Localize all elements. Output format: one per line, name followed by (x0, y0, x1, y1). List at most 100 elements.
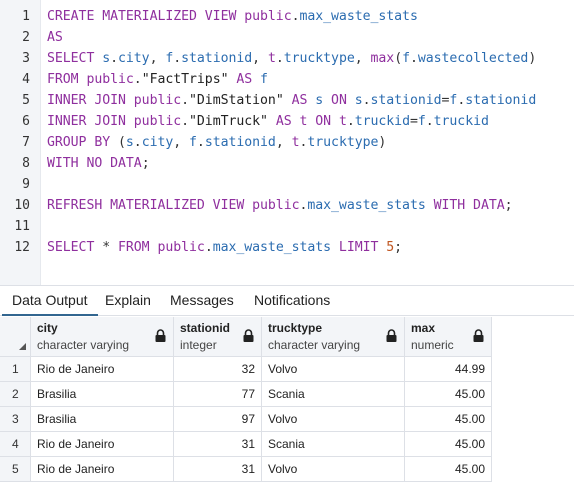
code-line[interactable]: FROM public."FactTrips" AS f (47, 69, 268, 90)
code-token: trucktype (283, 51, 355, 66)
code-token: . (133, 135, 142, 150)
cell-stationid[interactable]: 31 (174, 432, 262, 457)
results-tab-bar: Data Output Explain Messages Notificatio… (0, 285, 574, 316)
cell-max[interactable]: 45.00 (405, 407, 492, 432)
code-token: AS (228, 72, 261, 87)
line-number: 7 (22, 135, 30, 150)
code-token: WITH NO DATA (47, 156, 142, 171)
row-number[interactable]: 1 (0, 357, 31, 382)
table-row[interactable]: 1 Rio de Janeiro 32 Volvo 44.99 (0, 357, 492, 382)
line-number: 9 (22, 177, 30, 192)
code-token: "FactTrips" (141, 72, 229, 87)
code-token: "DimStation" (189, 93, 284, 108)
line-number: 4 (22, 72, 30, 87)
code-token: FROM (118, 240, 158, 255)
cell-max[interactable]: 45.00 (405, 432, 492, 457)
column-type: character varying (37, 338, 130, 352)
cell-stationid[interactable]: 97 (174, 407, 262, 432)
tab-data-output[interactable]: Data Output (2, 286, 98, 316)
lock-icon (386, 329, 397, 342)
line-number: 3 (22, 51, 30, 66)
code-line[interactable]: AS (47, 27, 63, 48)
column-header-max[interactable]: max numeric (405, 317, 492, 357)
code-token: . (133, 72, 142, 87)
code-token: . (181, 114, 190, 129)
code-line[interactable]: WITH NO DATA; (47, 153, 150, 174)
code-token: truckid (433, 114, 489, 129)
column-type: numeric (411, 338, 454, 352)
table-row[interactable]: 3 Brasilia 97 Volvo 45.00 (0, 407, 492, 432)
row-number[interactable]: 5 (0, 457, 31, 482)
cell-trucktype[interactable]: Volvo (262, 357, 405, 382)
code-token: max_waste_stats (307, 198, 426, 213)
code-token: REFRESH MATERIALIZED VIEW (47, 198, 253, 213)
code-line[interactable]: SELECT * FROM public.max_waste_stats LIM… (47, 237, 402, 258)
table-row[interactable]: 5 Rio de Janeiro 31 Volvo 45.00 (0, 457, 492, 482)
code-token: , (252, 51, 268, 66)
cell-city[interactable]: Brasilia (31, 382, 174, 407)
row-number[interactable]: 2 (0, 382, 31, 407)
code-line[interactable]: GROUP BY (s.city, f.stationid, t.truckty… (47, 132, 386, 153)
code-token: t (291, 135, 300, 150)
sql-editor[interactable]: 1 2 3 4 5 6 7 8 9 10 11 12 CREATE MATERIALIZED VIEW… (0, 0, 574, 285)
tab-notifications[interactable]: Notifications (244, 286, 340, 316)
cell-city[interactable]: Rio de Janeiro (31, 357, 174, 382)
cell-trucktype[interactable]: Volvo (262, 457, 405, 482)
column-type: character varying (268, 338, 361, 352)
cell-city[interactable]: Brasilia (31, 407, 174, 432)
cell-trucktype[interactable]: Scania (262, 432, 405, 457)
cell-stationid[interactable]: 31 (174, 457, 262, 482)
code-token: ON (307, 114, 339, 129)
code-token: s (125, 135, 134, 150)
column-name: max (411, 321, 436, 335)
row-number[interactable]: 4 (0, 432, 31, 457)
cell-city[interactable]: Rio de Janeiro (31, 432, 174, 457)
row-number[interactable]: 3 (0, 407, 31, 432)
code-token: SELECT (47, 51, 103, 66)
code-token: AS (47, 30, 63, 45)
code-token: . (425, 114, 434, 129)
column-header-trucktype[interactable]: trucktype character varying (262, 317, 405, 357)
code-token: , (354, 51, 371, 66)
cell-max[interactable]: 45.00 (405, 382, 492, 407)
line-number: 11 (14, 219, 30, 234)
code-token: FROM (47, 72, 87, 87)
code-token: "DimTruck" (189, 114, 268, 129)
cell-max[interactable]: 44.99 (405, 357, 492, 382)
column-header-stationid[interactable]: stationid integer (174, 317, 262, 357)
code-token: f (417, 114, 426, 129)
cell-trucktype[interactable]: Scania (262, 382, 405, 407)
code-token: ( (394, 51, 403, 66)
code-line[interactable]: INNER JOIN public."DimStation" AS s ON s… (47, 90, 536, 111)
column-header-city[interactable]: city character varying (31, 317, 174, 357)
tab-explain[interactable]: Explain (95, 286, 161, 316)
table-row[interactable]: 2 Brasilia 77 Scania 45.00 (0, 382, 492, 407)
table-row[interactable]: 4 Rio de Janeiro 31 Scania 45.00 (0, 432, 492, 457)
cell-max[interactable]: 45.00 (405, 457, 492, 482)
column-name: trucktype (268, 321, 323, 335)
code-token: max_waste_stats (299, 9, 418, 24)
code-token: 5 (386, 240, 395, 255)
code-token: f (189, 135, 197, 150)
code-line[interactable]: CREATE MATERIALIZED VIEW public.max_wast… (47, 6, 418, 27)
cell-trucktype[interactable]: Volvo (262, 407, 405, 432)
code-line[interactable]: REFRESH MATERIALIZED VIEW public.max_was… (47, 195, 513, 216)
code-token: max_waste_stats (212, 240, 332, 255)
code-line[interactable]: SELECT s.city, f.stationid, t.trucktype,… (47, 48, 536, 69)
cell-stationid[interactable]: 32 (174, 357, 262, 382)
code-token: s (354, 93, 363, 108)
code-token: ( (118, 135, 126, 150)
code-token: CREATE MATERIALIZED VIEW (47, 9, 245, 24)
row-number-header[interactable] (0, 317, 31, 357)
code-token: ) (378, 135, 387, 150)
code-token: truckid (354, 114, 410, 129)
line-number: 5 (22, 93, 30, 108)
code-token: public (252, 198, 300, 213)
cell-stationid[interactable]: 77 (174, 382, 262, 407)
cell-city[interactable]: Rio de Janeiro (31, 457, 174, 482)
code-token: ; (141, 156, 150, 171)
code-token: . (409, 51, 418, 66)
tab-messages[interactable]: Messages (160, 286, 244, 316)
code-token: , (173, 135, 190, 150)
code-line[interactable]: INNER JOIN public."DimTruck" AS t ON t.t… (47, 111, 489, 132)
